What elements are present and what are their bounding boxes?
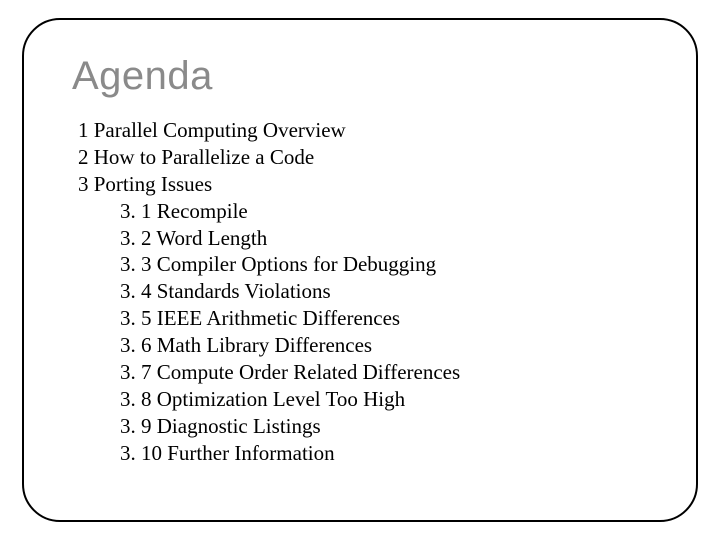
outline-item: 2 How to Parallelize a Code bbox=[78, 144, 648, 171]
outline-subitem: 3. 9 Diagnostic Listings bbox=[120, 413, 648, 440]
outline-item: 3 Porting Issues bbox=[78, 171, 648, 198]
outline-item: 1 Parallel Computing Overview bbox=[78, 117, 648, 144]
slide-title: Agenda bbox=[72, 54, 648, 99]
outline-subitem: 3. 6 Math Library Differences bbox=[120, 332, 648, 359]
outline-subitem: 3. 7 Compute Order Related Differences bbox=[120, 359, 648, 386]
outline-subitem: 3. 2 Word Length bbox=[120, 225, 648, 252]
outline-subitem: 3. 5 IEEE Arithmetic Differences bbox=[120, 305, 648, 332]
outline-subitem: 3. 8 Optimization Level Too High bbox=[120, 386, 648, 413]
outline-subitem: 3. 4 Standards Violations bbox=[120, 278, 648, 305]
outline-subitem: 3. 10 Further Information bbox=[120, 440, 648, 467]
slide-frame: Agenda 1 Parallel Computing Overview 2 H… bbox=[22, 18, 698, 522]
slide: Agenda 1 Parallel Computing Overview 2 H… bbox=[0, 0, 720, 540]
agenda-outline: 1 Parallel Computing Overview 2 How to P… bbox=[72, 117, 648, 466]
outline-subitem: 3. 1 Recompile bbox=[120, 198, 648, 225]
outline-subitem: 3. 3 Compiler Options for Debugging bbox=[120, 251, 648, 278]
